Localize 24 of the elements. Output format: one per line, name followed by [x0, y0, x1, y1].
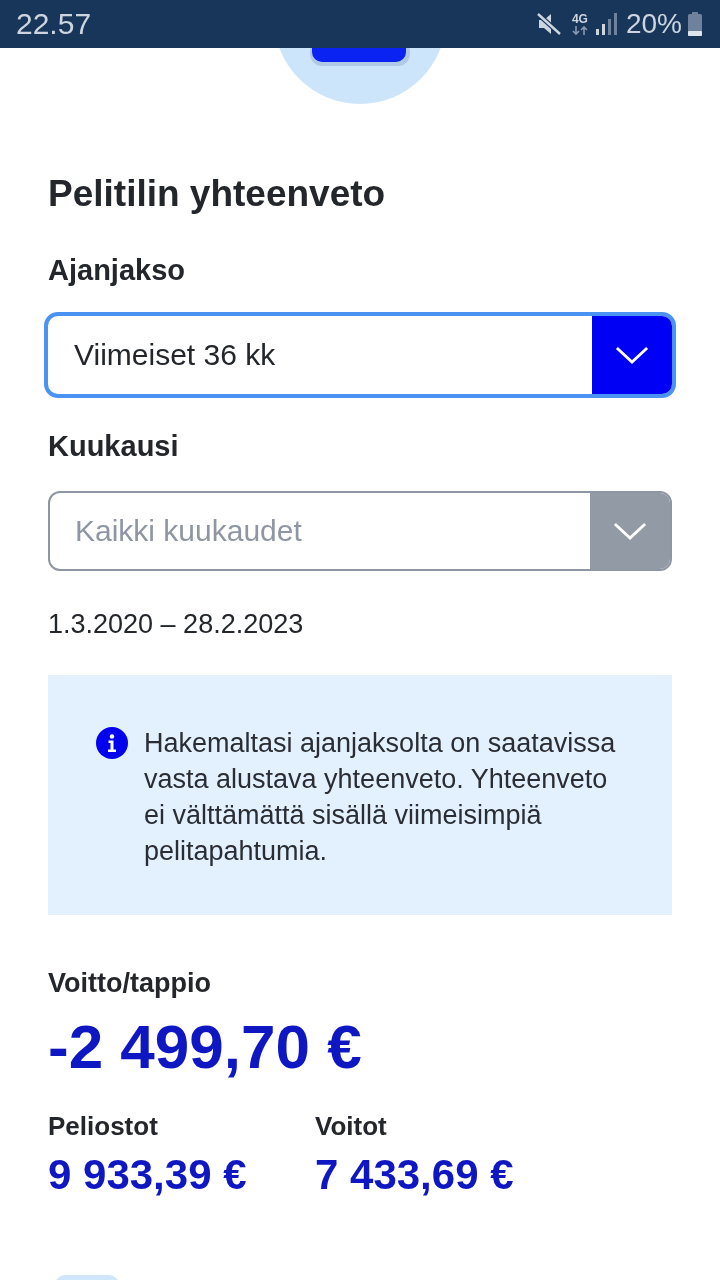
page-title: Pelitilin yhteenveto: [48, 172, 387, 216]
signal-icon: [595, 13, 618, 35]
data-arrows-icon: [571, 26, 588, 35]
clock-time: 22.57: [16, 7, 92, 41]
battery-icon: [688, 12, 702, 36]
result-label: Voitto/tappio: [48, 968, 212, 998]
stat-value: 7 433,69 €: [315, 1151, 515, 1199]
result-amount: -2 499,70 €: [48, 1012, 363, 1082]
field-label: Ajanjakso: [48, 253, 186, 288]
chevron-down-icon: [613, 521, 647, 541]
stat-value: 9 933,39 €: [48, 1151, 248, 1199]
dropdown-button[interactable]: [592, 316, 672, 394]
info-icon: [96, 727, 128, 759]
battery-percent: 20%: [625, 7, 682, 41]
stat-label: Voitot: [315, 1111, 388, 1141]
dropdown-button[interactable]: [590, 493, 670, 569]
field-label: Kuukausi: [48, 429, 180, 464]
stat-label: Peliostot: [48, 1111, 159, 1141]
network-type-label: 4G: [571, 13, 588, 25]
date-range: 1.3.2020 – 28.2.2023: [48, 608, 305, 640]
chevron-down-icon: [615, 345, 649, 365]
dropdown-field[interactable]: Viimeiset 36 kk: [44, 312, 676, 398]
notice-text: Hakemaltasi ajanjaksolta on saatavissa vasta alustava yhteenveto. Yhteenveto ei välttämättä sisällä viimeisimpiä pelitapahtumia.: [144, 727, 617, 868]
mute-icon: [535, 12, 562, 36]
